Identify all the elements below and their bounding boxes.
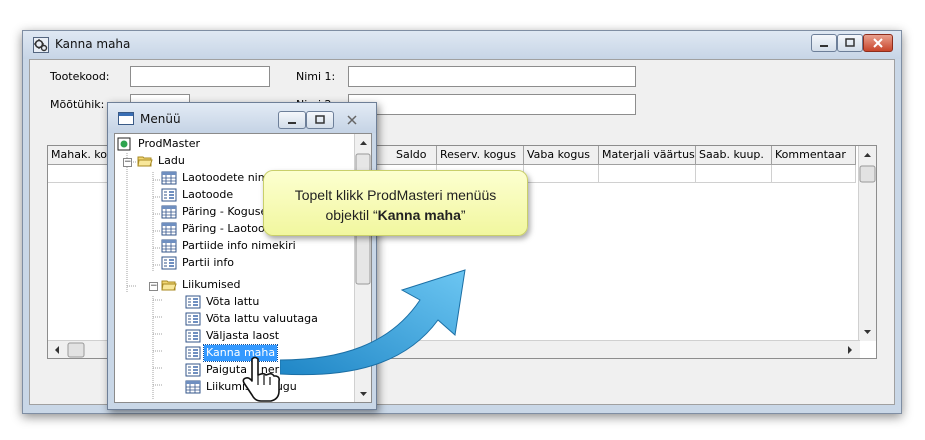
form-icon [185,295,201,309]
tootekood-label: Tootekood: [50,70,110,83]
minimize-icon [288,122,296,124]
hand-pointer-icon [242,356,280,402]
close-icon [347,115,357,125]
callout-suffix: ” [460,207,466,223]
col-header-vaba-kogus[interactable]: Vaba kogus [524,146,599,165]
form-icon [185,363,201,377]
table-icon [161,239,177,253]
callout-bold-target: Kanna maha [377,207,461,223]
instruction-callout: Topelt klikk ProdMasteri menüüs objektil… [263,170,528,236]
mootuhik-label: Mõõtühik: [50,98,105,111]
scroll-arrows-icon [859,153,876,334]
collapse-icon[interactable]: − [123,158,132,167]
form-icon [185,312,201,326]
menu-titlebar[interactable]: Menüü [108,103,376,133]
grid-vertical-scrollbar[interactable] [858,146,876,341]
form-icon [161,256,177,270]
callout-line-1: Topelt klikk ProdMasteri menüüs [294,187,497,203]
grid-cell[interactable] [696,165,772,183]
col-header-materjali-vaartus[interactable]: Materjali väärtus [599,146,696,165]
close-icon [873,38,883,48]
grid-cell[interactable] [772,165,856,183]
grid-cell[interactable] [524,165,599,183]
window-icon [118,112,134,125]
main-titlebar[interactable]: Kanna maha [23,31,901,59]
form-icon [185,346,201,360]
maximize-button[interactable] [837,34,863,52]
table-icon [161,171,177,185]
callout-prefix: objektil “ [325,207,378,223]
maximize-icon [845,38,855,47]
app-root-icon [117,137,131,151]
menu-minimize-button[interactable] [278,111,306,129]
col-header-saab-kuup[interactable]: Saab. kuup. [696,146,772,165]
nimi1-input[interactable] [348,66,636,87]
collapse-icon[interactable]: − [149,282,158,291]
nimi2-input[interactable] [348,94,636,115]
maximize-icon [315,115,325,124]
table-icon [161,205,177,219]
col-header-reserv-kogus[interactable]: Reserv. kogus [437,146,524,165]
curved-arrow-icon [280,269,466,376]
table-icon [185,380,201,394]
folder-open-icon [137,156,153,167]
callout-line-2: objektil “Kanna maha” [264,205,527,225]
form-icon [185,329,201,343]
main-window-title: Kanna maha [55,37,131,51]
tootekood-input[interactable] [130,66,270,87]
col-header-saldo-text: Saldo [396,148,427,161]
close-button[interactable] [863,34,893,52]
menu-window-title: Menüü [140,112,181,126]
menu-maximize-button[interactable] [306,111,334,129]
minimize-button[interactable] [811,34,837,52]
grid-cell[interactable] [599,165,696,183]
table-icon [161,222,177,236]
minimize-icon [820,45,828,47]
gears-icon [33,37,49,53]
nimi1-label: Nimi 1: [296,70,336,83]
menu-close-button[interactable] [338,111,366,129]
folder-open-icon [161,280,177,291]
form-icon [161,188,177,202]
col-header-kommentaar[interactable]: Kommentaar [772,146,856,165]
